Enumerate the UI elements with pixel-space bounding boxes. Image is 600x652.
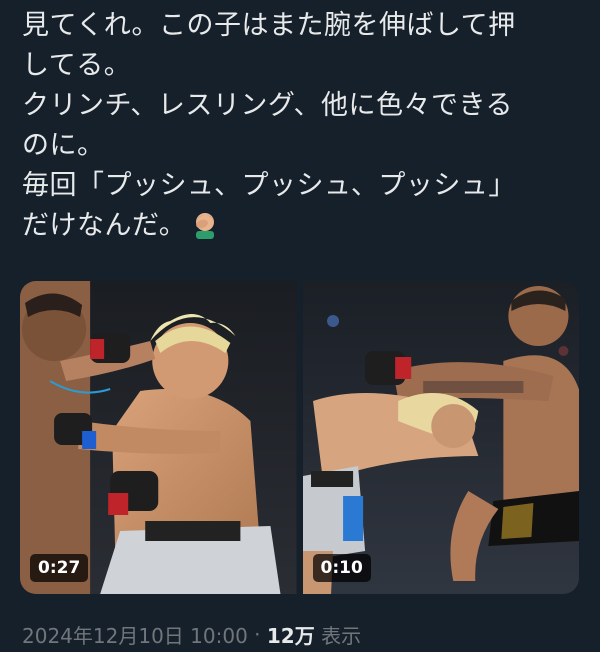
tweet-line-last: だけなんだ。 <box>22 206 582 246</box>
video-thumbnail-1[interactable]: 0:27 <box>20 281 297 594</box>
fight-scene-image <box>302 281 579 594</box>
media-grid: 0:27 0:10 <box>20 281 579 594</box>
video-duration-badge: 0:27 <box>30 554 89 582</box>
tweet-line: のに。 <box>22 130 105 161</box>
views-label: 表示 <box>321 624 362 648</box>
video-duration-badge: 0:10 <box>312 554 371 582</box>
tweet-timestamp[interactable]: 2024年12月10日 10:00 <box>22 624 248 648</box>
meta-separator: · <box>254 622 261 647</box>
views-count: 12万 <box>266 624 315 648</box>
video-thumbnail-2[interactable]: 0:10 <box>302 281 579 594</box>
tweet-line: 毎回「プッシュ、プッシュ、プッシュ」 <box>22 170 516 201</box>
tweet-text: 見てくれ。この子はまた腕を伸ばして押 してる。 クリンチ、レスリング、他に色々で… <box>22 6 582 246</box>
fight-scene-image <box>20 281 297 594</box>
tweet-line: してる。 <box>22 50 132 81</box>
tweet-line-text: だけなんだ。 <box>22 210 187 241</box>
tweet-line: クリンチ、レスリング、他に色々できる <box>22 90 513 121</box>
tweet-line: 見てくれ。この子はまた腕を伸ばして押 <box>22 10 516 41</box>
face-palm-emoji-icon <box>190 209 220 239</box>
tweet-meta: 2024年12月10日 10:00 · 12万 表示 <box>22 620 361 649</box>
